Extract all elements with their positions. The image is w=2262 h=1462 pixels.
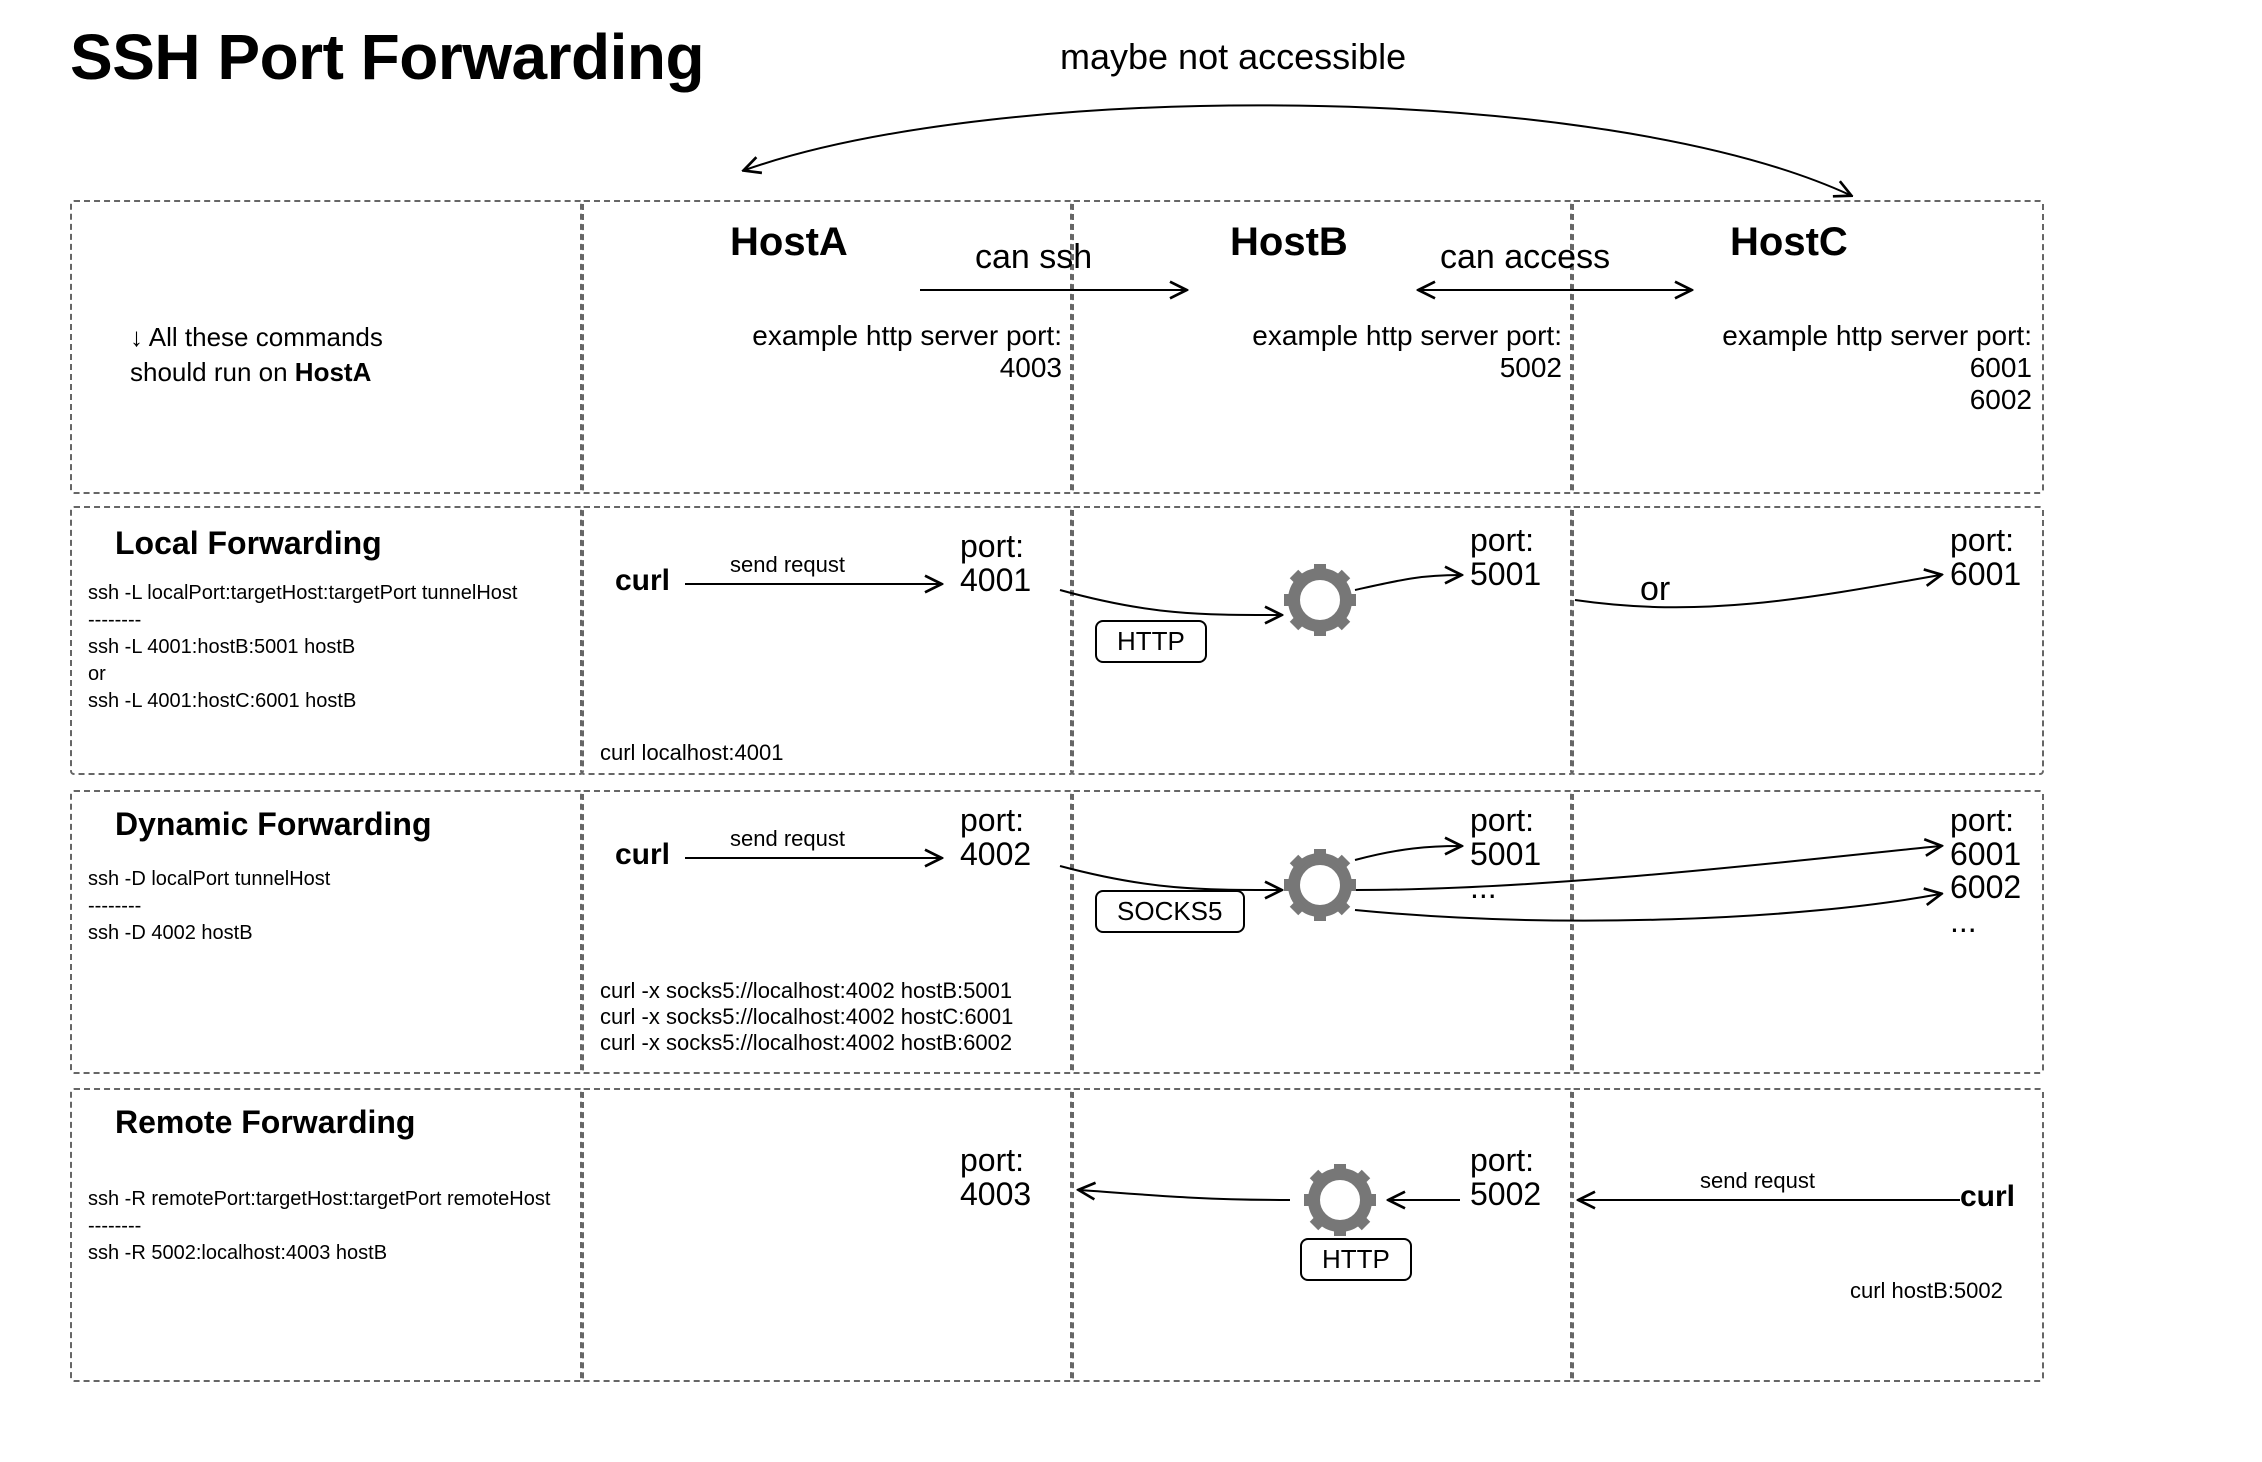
diagram-canvas: { "title": "SSH Port Forwarding", "top_n… [0, 0, 2262, 1462]
remote-title: Remote Forwarding [115, 1104, 415, 1141]
host-c-port-desc: example http server port: 6001 6002 [1582, 320, 2032, 417]
local-port-b: port: 5001 [1470, 524, 1541, 591]
left-note: ↓ All these commands should run on HostA [130, 320, 383, 390]
local-proto-box: HTTP [1095, 620, 1207, 663]
local-send-label: send requst [730, 552, 845, 578]
dynamic-cmds: ssh -D localPort tunnelHost -------- ssh… [88, 866, 330, 947]
remote-port-a: port: 4003 [960, 1144, 1031, 1211]
dynamic-proto-box: SOCKS5 [1095, 890, 1245, 933]
local-curl-cmd: curl localhost:4001 [600, 740, 783, 766]
dynamic-curl-cmd: curl -x socks5://localhost:4002 hostB:50… [600, 978, 1013, 1056]
remote-send-label: send requst [1700, 1168, 1815, 1194]
local-cmds: ssh -L localPort:targetHost:targetPort t… [88, 580, 517, 715]
host-a-header: HostA [730, 220, 848, 265]
rel-ab-label: can ssh [975, 238, 1092, 277]
dynamic-port-a: port: 4002 [960, 804, 1031, 871]
dynamic-send-label: send requst [730, 826, 845, 852]
host-b-header: HostB [1230, 220, 1348, 265]
remote-cmds: ssh -R remotePort:targetHost:targetPort … [88, 1186, 550, 1267]
left-note-line1: ↓ All these commands [130, 320, 383, 355]
local-or-label: or [1640, 570, 1670, 609]
remote-port-b: port: 5002 [1470, 1144, 1541, 1211]
local-port-c: port: 6001 [1950, 524, 2021, 591]
dynamic-title: Dynamic Forwarding [115, 806, 432, 843]
host-b-port-desc: example http server port: 5002 [1092, 320, 1562, 384]
left-note-line2: should run on HostA [130, 355, 383, 390]
host-c-header: HostC [1730, 220, 1848, 265]
dynamic-curl-label: curl [615, 838, 670, 872]
dynamic-port-b: port: 5001 ... [1470, 804, 1541, 905]
remote-curl-label: curl [1960, 1180, 2015, 1214]
dynamic-port-c: port: 6001 6002 ... [1950, 804, 2021, 938]
host-a-port-desc: example http server port: 4003 [592, 320, 1062, 384]
local-title: Local Forwarding [115, 525, 382, 562]
remote-curl-cmd: curl hostB:5002 [1850, 1278, 2003, 1304]
remote-proto-box: HTTP [1300, 1238, 1412, 1281]
rel-bc-label: can access [1440, 238, 1610, 277]
local-port-a: port: 4001 [960, 530, 1031, 597]
local-curl-label: curl [615, 564, 670, 598]
